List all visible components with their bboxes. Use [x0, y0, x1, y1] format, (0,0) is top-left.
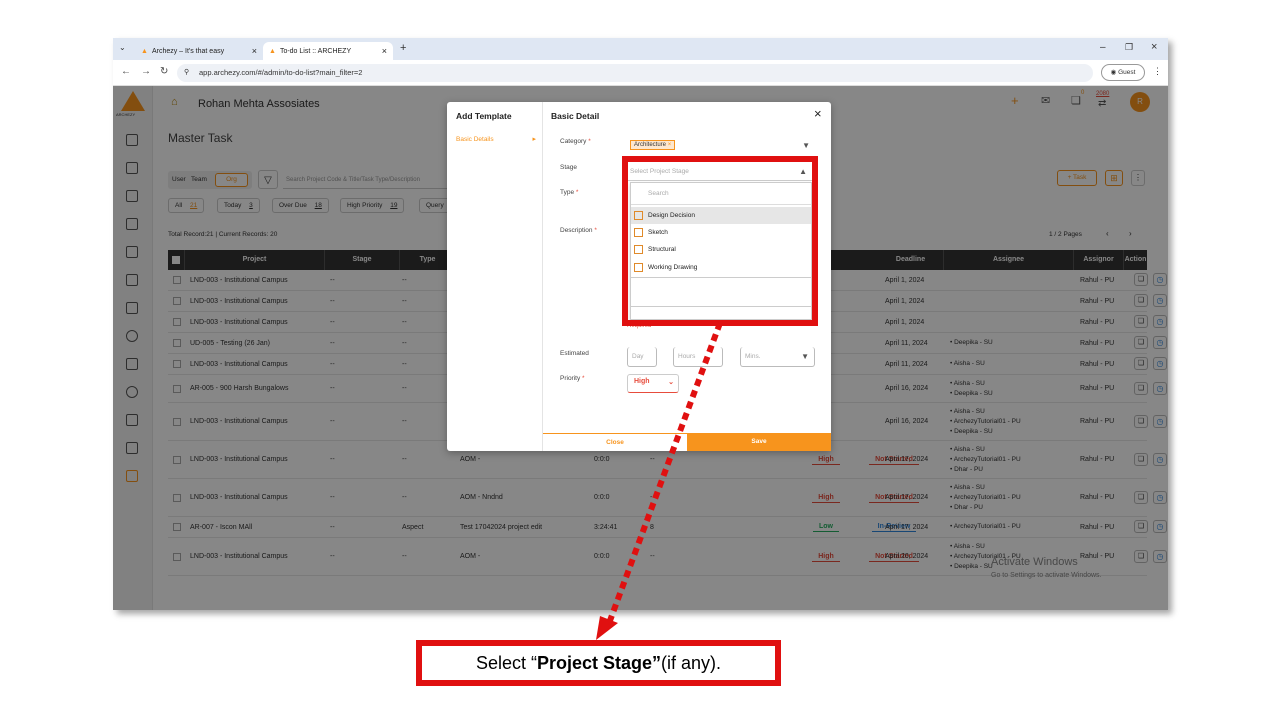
- minimize-icon[interactable]: –: [1100, 42, 1106, 53]
- modal-nav: Add Template Basic Details ▸: [447, 102, 543, 451]
- nav-basic-details[interactable]: Basic Details ▸: [456, 136, 536, 143]
- modal-nav-title: Add Template: [456, 111, 512, 121]
- profile-button[interactable]: ◉ Guest: [1101, 64, 1145, 81]
- profile-label: Guest: [1118, 69, 1136, 76]
- tab-bar: ⌄ ▲ Archezy – It's that easy × ▲ To-do L…: [113, 38, 1168, 60]
- close-modal-icon[interactable]: ×: [814, 106, 822, 121]
- category-chip: Architecture: [634, 142, 667, 148]
- close-window-icon[interactable]: ×: [1151, 41, 1157, 53]
- callout-bold: Project Stage”: [536, 652, 662, 673]
- close-tab-icon[interactable]: ×: [252, 46, 257, 56]
- browser-tab-active[interactable]: ▲ To-do List :: ARCHEZY ×: [263, 42, 393, 60]
- mins-select[interactable]: Mins. ▼: [740, 347, 815, 367]
- priority-label: Priority *: [560, 375, 585, 382]
- type-label-text: Type: [560, 189, 575, 196]
- tab-label: To-do List :: ARCHEZY: [279, 47, 352, 55]
- stage-label: Stage: [560, 164, 577, 171]
- mins-placeholder: Mins.: [745, 353, 761, 360]
- restore-icon[interactable]: ❐: [1125, 42, 1133, 53]
- estimated-label: Estimated: [560, 350, 589, 357]
- category-label: Category *: [560, 138, 591, 145]
- tab-label: Archezy – It's that easy: [151, 47, 225, 55]
- back-icon[interactable]: ←: [121, 66, 131, 77]
- reload-icon[interactable]: ↻: [160, 66, 168, 77]
- category-select[interactable]: Architecture × ▼: [627, 137, 815, 157]
- browser-menu-icon[interactable]: ⋮: [1153, 66, 1162, 77]
- tab-list-icon[interactable]: ⌄: [119, 43, 126, 52]
- description-label: Description *: [560, 227, 597, 234]
- pointer-arrow: [596, 321, 723, 640]
- close-tab-icon[interactable]: ×: [382, 46, 387, 56]
- url-field[interactable]: ⚲ app.archezy.com/#/admin/to-do-list?mai…: [177, 64, 1093, 82]
- browser-tab[interactable]: ▲ Archezy – It's that easy ×: [135, 42, 263, 60]
- callout-prefix: Select “: [475, 652, 537, 673]
- archezy-favicon-icon: ▲: [269, 47, 276, 55]
- highlight-box: [622, 156, 818, 326]
- archezy-favicon-icon: ▲: [141, 47, 148, 55]
- profile-icon: ◉: [1110, 69, 1117, 76]
- new-tab-icon[interactable]: +: [400, 42, 406, 54]
- url-text: app.archezy.com/#/admin/to-do-list?main_…: [199, 68, 363, 77]
- callout-suffix: (if any).: [661, 652, 722, 673]
- address-bar-row: ← → ↻ ⚲ app.archezy.com/#/admin/to-do-li…: [113, 60, 1168, 86]
- category-label-text: Category: [560, 138, 587, 145]
- site-info-icon[interactable]: ⚲: [184, 64, 189, 82]
- chevron-down-icon: ▼: [801, 352, 809, 361]
- remove-chip-icon[interactable]: ×: [668, 142, 672, 148]
- chevron-right-icon: ▸: [532, 136, 536, 143]
- priority-label-text: Priority: [560, 375, 581, 382]
- description-label-text: Description: [560, 227, 593, 234]
- modal-section-title: Basic Detail: [551, 111, 600, 121]
- nav-basic-details-label: Basic Details: [456, 136, 494, 143]
- type-label: Type *: [560, 189, 579, 196]
- chevron-down-icon: ▼: [802, 141, 810, 150]
- forward-icon[interactable]: →: [141, 66, 151, 77]
- instruction-callout: Select “Project Stage” (if any).: [416, 640, 781, 686]
